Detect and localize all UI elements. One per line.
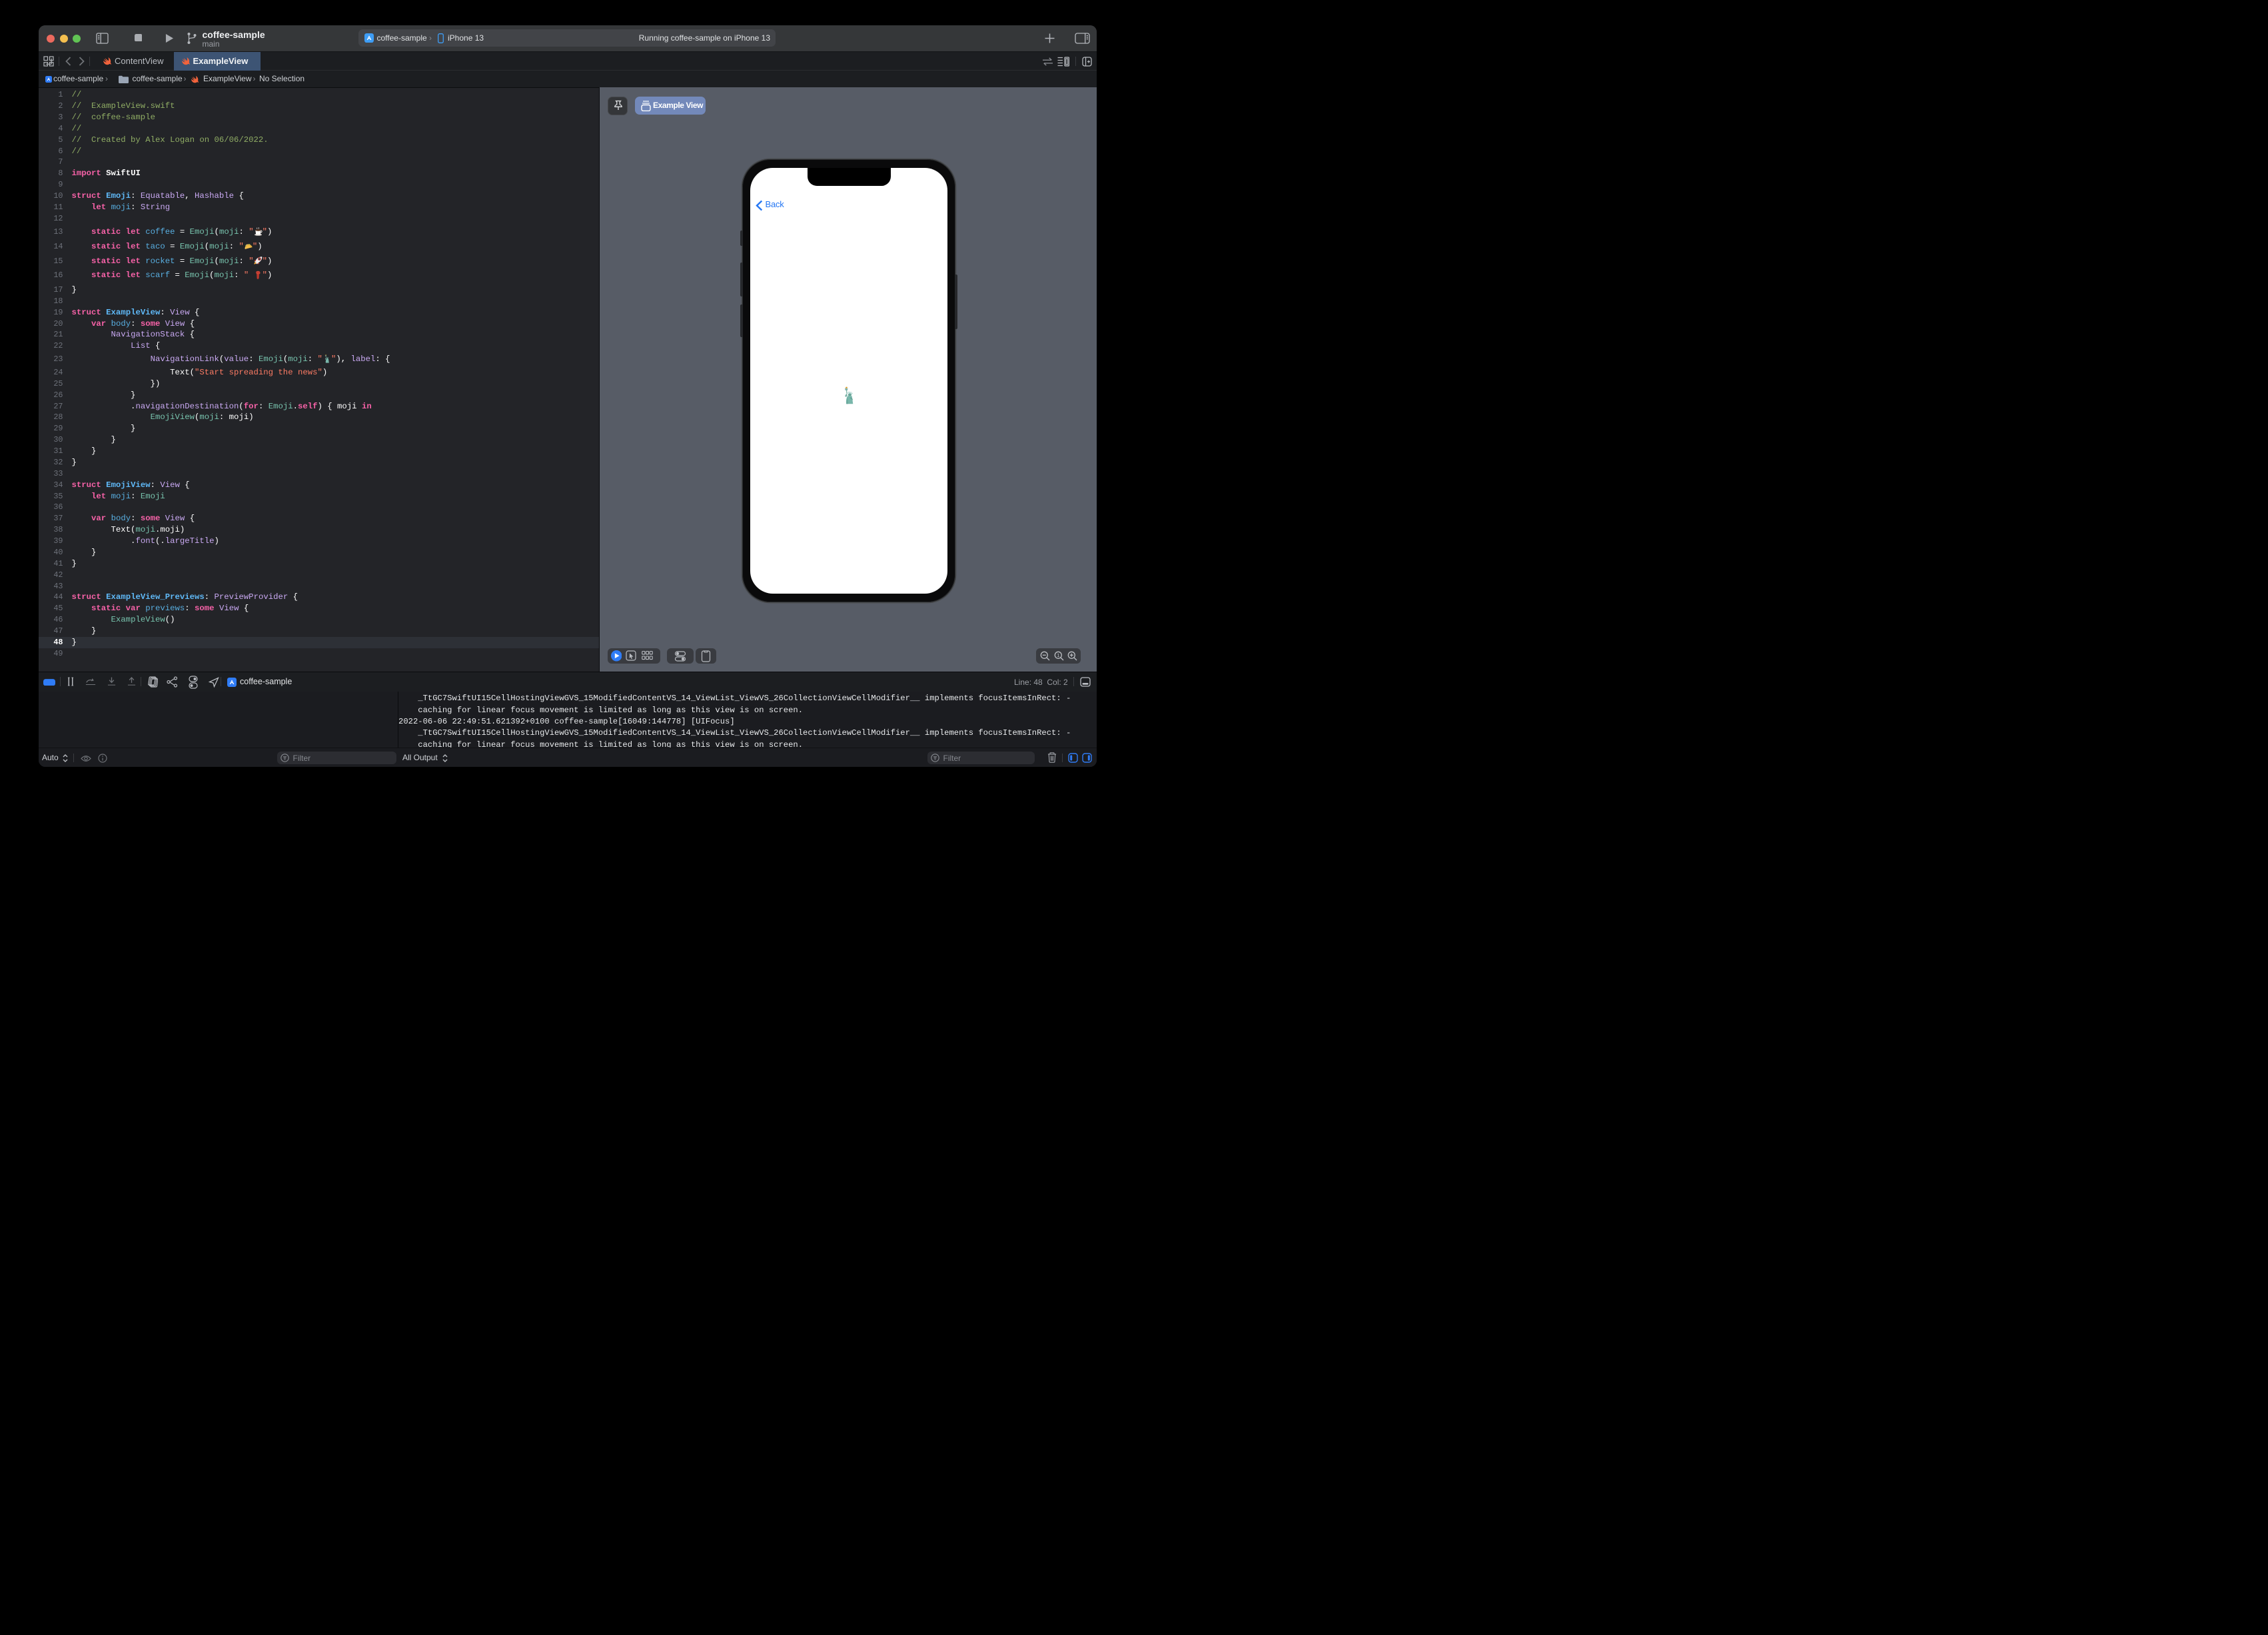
svg-text:1: 1	[1057, 652, 1059, 658]
